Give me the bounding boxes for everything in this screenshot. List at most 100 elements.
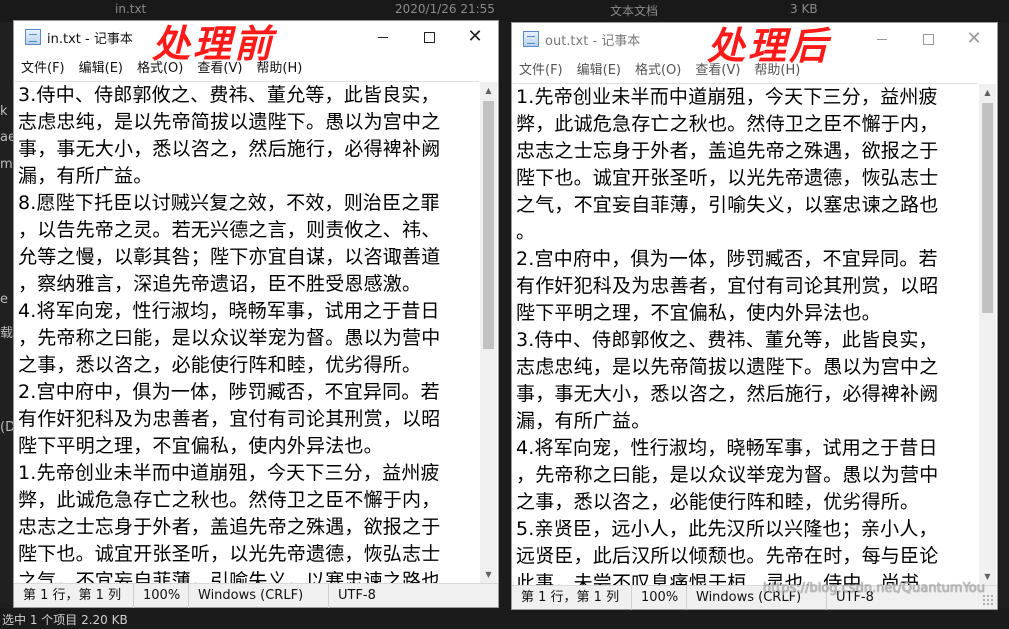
menu-edit[interactable]: 编辑(E) xyxy=(570,59,628,78)
cursor-position: 第 1 行，第 1 列 xyxy=(14,583,134,608)
text-editor[interactable]: 1.先帝创业未半而中道崩殂，今天下三分，益州疲 弊，此诚危急存亡之秋也。然侍卫之… xyxy=(513,83,978,585)
text-line: 事，事无大小，悉以咨之，然后施行，必得裨补阙 xyxy=(18,138,441,160)
cursor-position: 第 1 行，第 1 列 xyxy=(512,585,632,610)
text-line: 陛下平明之理，不宜偏私，使内外异法也。 xyxy=(18,435,383,457)
explorer-file-row: in.txt 2020/1/26 21:55 文本文档 3 KB xyxy=(0,0,1009,22)
explorer-sidebar-label: m xyxy=(0,157,13,172)
notepad-icon xyxy=(25,29,41,45)
text-line: 3.侍中、侍郎郭攸之、费祎、董允等，此皆良实， xyxy=(516,329,938,351)
maximize-button[interactable] xyxy=(905,23,951,55)
text-line: 之气，不宜妄自菲薄，引喻失义，以塞忠谏之路也 xyxy=(18,570,441,583)
text-line: 陛下平明之理，不宜偏私，使内外异法也。 xyxy=(516,302,881,324)
text-line: 忠志之士忘身于外者，盖追先帝之殊遇，欲报之于 xyxy=(18,516,441,538)
text-line: 1.先帝创业未半而中道崩殂，今天下三分，益州疲 xyxy=(18,462,440,484)
text-line: 忠志之士忘身于外者，盖追先帝之殊遇，欲报之于 xyxy=(516,140,939,162)
menu-bar: 文件(F) 编辑(E) 格式(O) 查看(V) 帮助(H) xyxy=(14,55,498,77)
menu-view[interactable]: 查看(V) xyxy=(688,59,747,78)
scrollbar-thumb[interactable] xyxy=(982,103,993,313)
text-line: 漏，有所广益。 xyxy=(18,165,153,187)
explorer-file-size: 3 KB xyxy=(790,2,818,16)
text-line: 有作奸犯科及为忠善者，宜付有司论其刑赏，以昭 xyxy=(516,275,939,297)
text-line: 3.侍中、侍郎郭攸之、费祎、董允等，此皆良实， xyxy=(18,84,440,106)
minimize-button[interactable] xyxy=(360,21,406,53)
text-line: ，先帝称之曰能，是以众议举宠为督。愚以为营中 xyxy=(18,327,441,349)
watermark-text: https://blog.csdn.net/QuantumYou xyxy=(762,581,985,596)
line-ending: Windows (CRLF) xyxy=(189,583,329,608)
maximize-button[interactable] xyxy=(406,21,452,53)
text-line: 2.宫中府中，俱为一体，陟罚臧否，不宜异同。若 xyxy=(516,248,938,270)
zoom-level: 100% xyxy=(632,585,687,610)
encoding: UTF-8 xyxy=(338,587,376,603)
resize-grip-icon[interactable] xyxy=(982,594,994,606)
window-title: out.txt - 记事本 xyxy=(545,33,641,49)
text-editor[interactable]: 3.侍中、侍郎郭攸之、费祎、董允等，此皆良实， 志虑忠纯，是以先帝简拔以遗陛下。… xyxy=(15,81,479,583)
explorer-sidebar-label: 载 xyxy=(0,326,14,341)
notepad-icon xyxy=(523,31,539,47)
status-bar: 第 1 行，第 1 列 100% Windows (CRLF) UTF-8 ht… xyxy=(512,581,997,610)
menu-help[interactable]: 帮助(H) xyxy=(747,59,807,78)
text-line: 1.先帝创业未半而中道崩殂，今天下三分，益州疲 xyxy=(516,86,938,108)
title-bar[interactable]: in.txt - 记事本 处理前 ✕ xyxy=(14,21,498,65)
text-line: ，先帝称之曰能，是以众议举宠为督。愚以为营中 xyxy=(516,464,939,486)
text-line: 4.将军向宠，性行淑均，晓畅军事，试用之于昔日 xyxy=(516,437,938,459)
scrollbar-thumb[interactable] xyxy=(483,101,494,349)
explorer-file-date: 2020/1/26 21:55 xyxy=(395,2,495,16)
close-button[interactable]: ✕ xyxy=(951,23,997,55)
notepad-window-out[interactable]: out.txt - 记事本 处理后 ✕ 文件(F) 编辑(E) 格式(O) 查看… xyxy=(511,22,998,610)
text-line: 弊，此诚危急存亡之秋也。然侍卫之臣不懈于内， xyxy=(18,489,441,511)
menu-format[interactable]: 格式(O) xyxy=(628,59,688,78)
desktop-gap xyxy=(498,22,511,608)
text-line: 之气，不宜妄自菲薄，引喻失义，以塞忠谏之路也 xyxy=(516,194,939,216)
text-line: 弊，此诚危急存亡之秋也。然侍卫之臣不懈于内， xyxy=(516,113,939,135)
vertical-scrollbar[interactable]: ▲ ▼ xyxy=(979,84,996,585)
explorer-selection-status: 选中 1 个项目 2.20 KB xyxy=(2,613,128,627)
close-button[interactable]: ✕ xyxy=(452,21,498,53)
text-line: ，以告先帝之灵。若无兴德之言，则责攸之、祎、 xyxy=(18,219,441,241)
text-line: 之事，悉以咨之，必能使行阵和睦，优劣得所。 xyxy=(516,491,920,513)
text-line: 陛下也。诚宜开张圣听，以光先帝遗德，恢弘志士 xyxy=(516,167,939,189)
text-line: 远贤臣，此后汉所以倾颓也。先帝在时，每与臣论 xyxy=(516,545,939,567)
minimize-button[interactable] xyxy=(859,23,905,55)
explorer-statusbar: 选中 1 个项目 2.20 KB xyxy=(0,608,1009,629)
zoom-level: 100% xyxy=(134,583,189,608)
vertical-scrollbar[interactable]: ▲ ▼ xyxy=(480,82,497,583)
title-bar[interactable]: out.txt - 记事本 处理后 ✕ xyxy=(512,23,997,67)
explorer-file-name: in.txt xyxy=(115,2,147,16)
menu-file[interactable]: 文件(F) xyxy=(512,59,570,78)
notepad-window-in[interactable]: in.txt - 记事本 处理前 ✕ 文件(F) 编辑(E) 格式(O) 查看(… xyxy=(13,20,499,608)
menu-help[interactable]: 帮助(H) xyxy=(249,57,309,76)
text-line: 事，事无大小，悉以咨之，然后施行，必得裨补阙 xyxy=(516,383,939,405)
text-line: 漏，有所广益。 xyxy=(516,410,651,432)
maximize-icon xyxy=(922,33,934,45)
menu-edit[interactable]: 编辑(E) xyxy=(72,57,130,76)
window-title: in.txt - 记事本 xyxy=(47,31,133,47)
explorer-sidebar-label: e xyxy=(0,292,8,307)
text-line: ，察纳雅言，深追先帝遗诏，臣不胜受恩感激。 xyxy=(18,273,422,295)
text-line: 8.愿陛下托臣以讨贼兴复之效，不效，则治臣之罪 xyxy=(18,192,440,214)
text-line: 有作奸犯科及为忠善者，宜付有司论其刑赏，以昭 xyxy=(18,408,441,430)
text-line: 5.亲贤臣，远小人，此先汉所以兴隆也；亲小人， xyxy=(516,518,938,540)
menu-view[interactable]: 查看(V) xyxy=(190,57,249,76)
text-line: 2.宫中府中，俱为一体，陟罚臧否，不宜异同。若 xyxy=(18,381,440,403)
text-line: 。 xyxy=(516,221,536,243)
text-line: 之事，悉以咨之，必能使行阵和睦，优劣得所。 xyxy=(18,354,422,376)
status-bar: 第 1 行，第 1 列 100% Windows (CRLF) UTF-8 xyxy=(14,583,498,608)
scroll-up-icon[interactable]: ▲ xyxy=(979,84,996,101)
menu-file[interactable]: 文件(F) xyxy=(14,57,72,76)
explorer-file-type: 文本文档 xyxy=(610,4,659,18)
close-icon: ✕ xyxy=(966,28,982,49)
text-line: 4.将军向宠，性行淑均，晓畅军事，试用之于昔日 xyxy=(18,300,440,322)
scroll-up-icon[interactable]: ▲ xyxy=(480,82,497,99)
menu-format[interactable]: 格式(O) xyxy=(130,57,190,76)
scroll-down-icon[interactable]: ▼ xyxy=(480,566,497,583)
explorer-sidebar-edge: k ae m e 载 (D xyxy=(0,22,16,602)
text-line: 志虑忠纯，是以先帝简拔以遗陛下。愚以为宫中之 xyxy=(516,356,939,378)
maximize-icon xyxy=(423,31,435,43)
minimize-icon xyxy=(378,36,388,38)
explorer-sidebar-label: k xyxy=(0,104,8,119)
menu-bar: 文件(F) 编辑(E) 格式(O) 查看(V) 帮助(H) xyxy=(512,57,997,79)
minimize-icon xyxy=(877,38,887,40)
close-icon: ✕ xyxy=(467,26,483,47)
text-line: 陛下也。诚宜开张圣听，以光先帝遗德，恢弘志士 xyxy=(18,543,441,565)
text-line: 允等之慢，以彰其咎；陛下亦宜自谋，以咨诹善道 xyxy=(18,246,441,268)
